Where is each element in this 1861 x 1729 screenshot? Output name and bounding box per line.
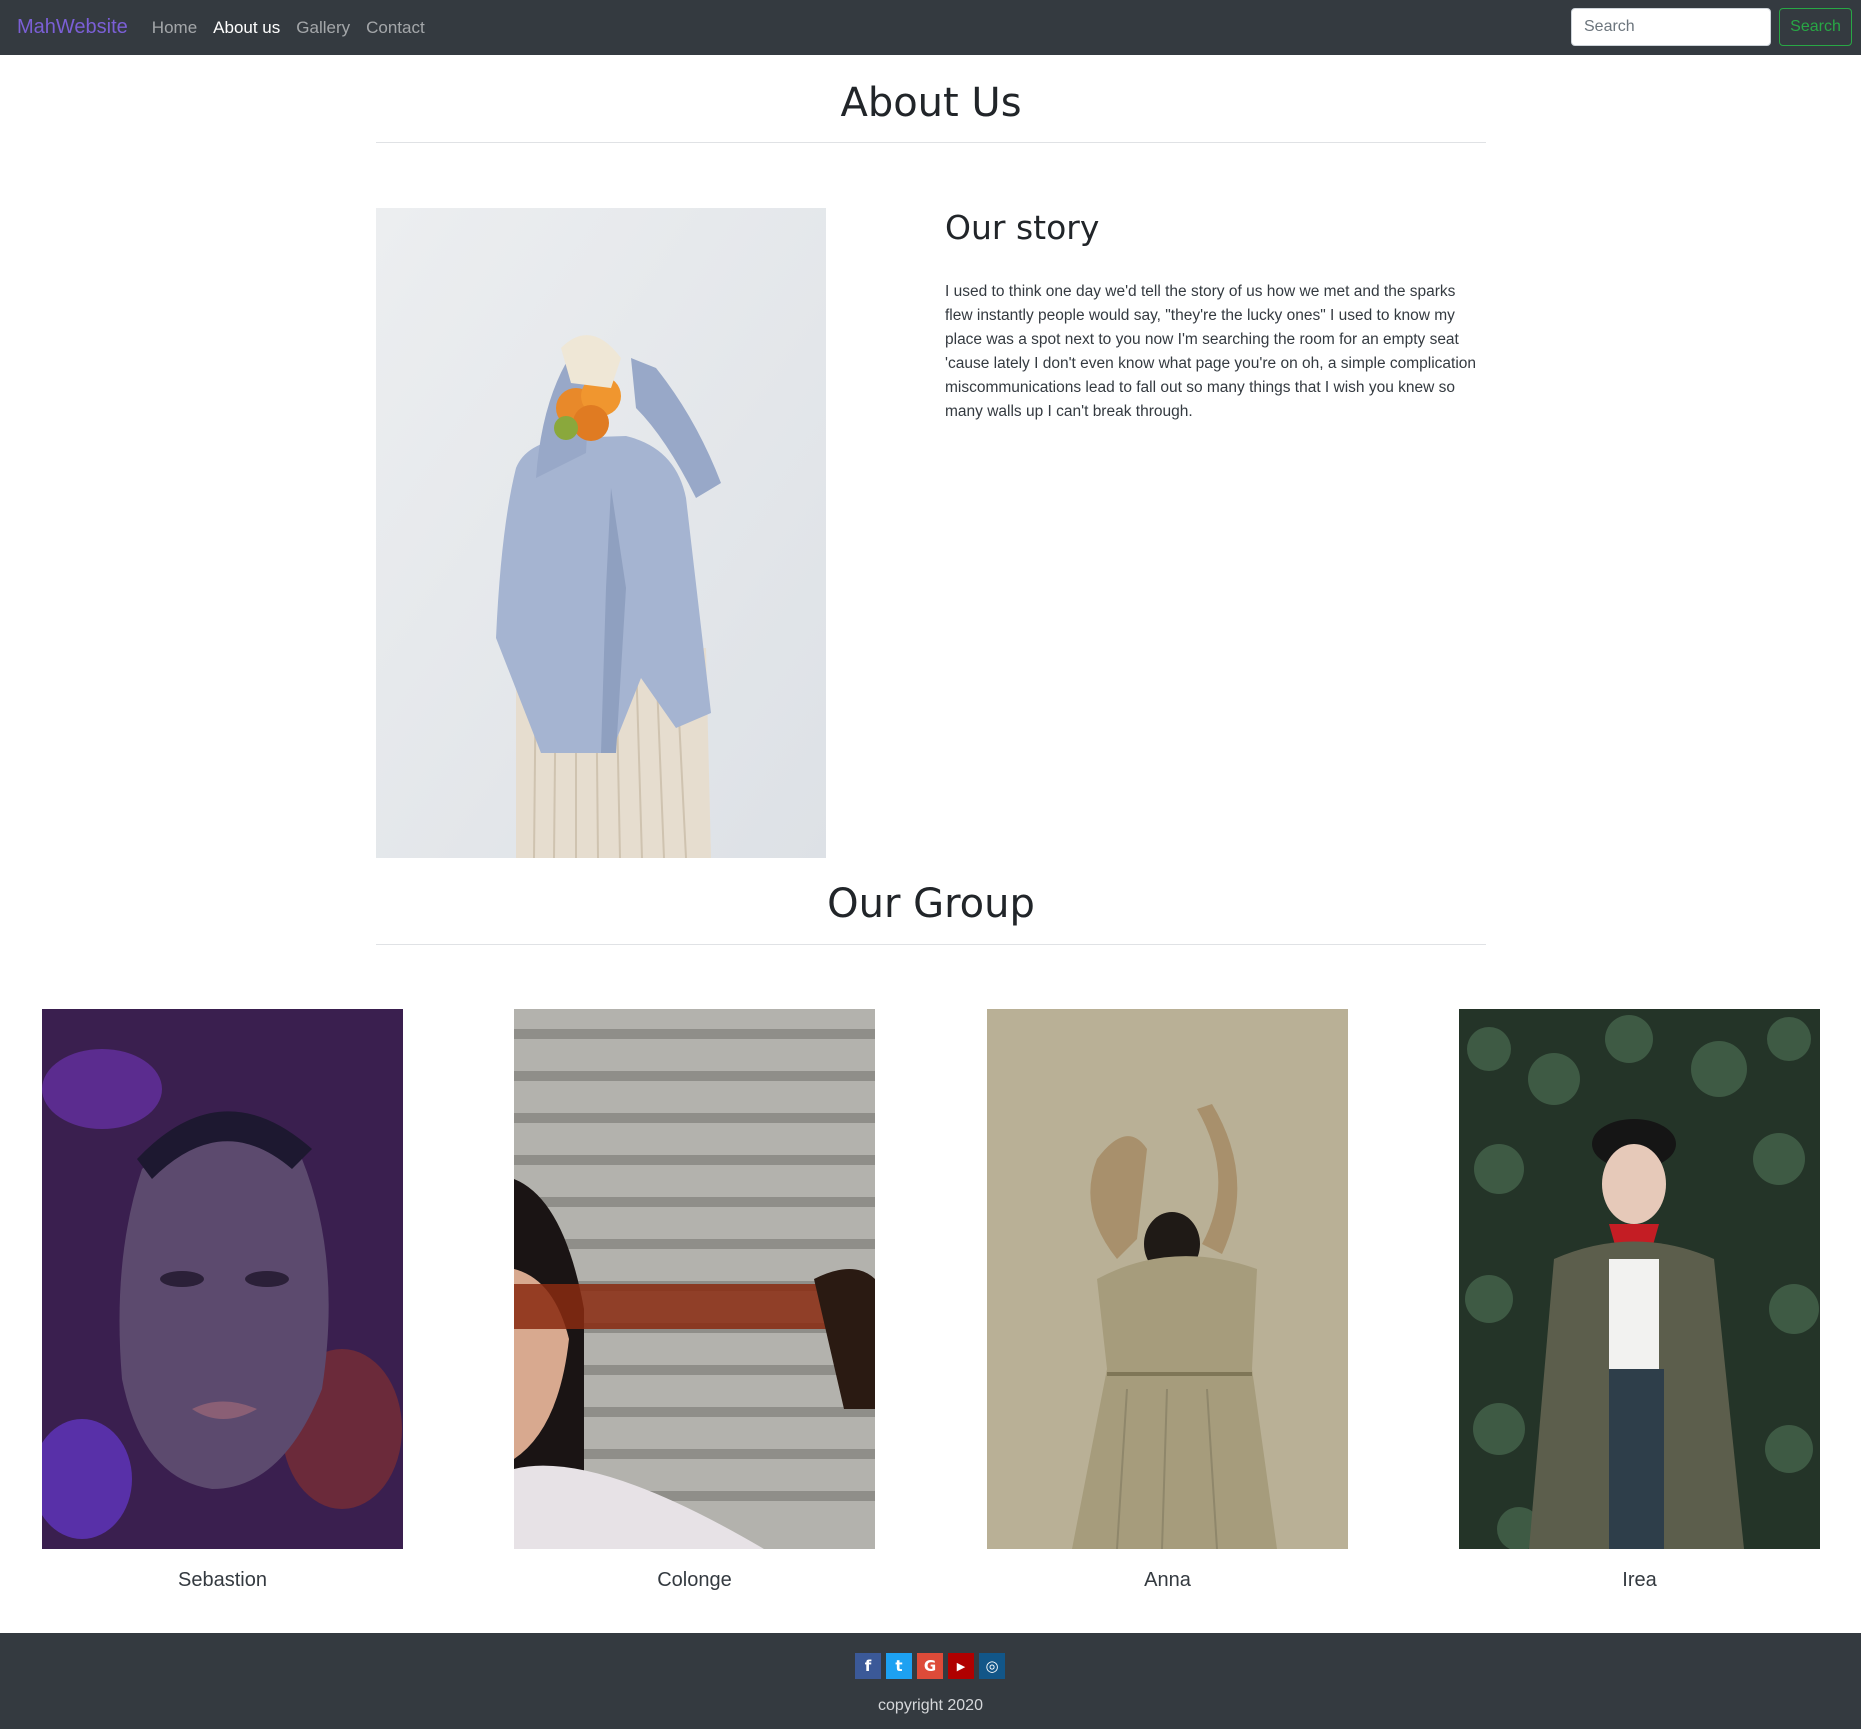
search-input[interactable]	[1571, 8, 1771, 46]
member-photo	[987, 1009, 1348, 1549]
group-title: Our Group	[827, 881, 1035, 927]
brand-logo[interactable]: MahWebsite	[17, 16, 128, 39]
member-card-irea: Irea	[1459, 1009, 1820, 1592]
title-divider	[376, 142, 1486, 143]
nav-link-contact[interactable]: Contact	[366, 18, 425, 38]
google-icon[interactable]: G	[917, 1653, 943, 1679]
member-card-colonge: Colonge	[514, 1009, 875, 1592]
member-name: Sebastion	[178, 1569, 267, 1591]
story-heading: Our story	[945, 208, 1100, 247]
member-name: Anna	[1144, 1569, 1191, 1591]
twitter-icon[interactable]: t	[886, 1653, 912, 1679]
facebook-icon[interactable]: f	[855, 1653, 881, 1679]
navbar: MahWebsite Home About us Gallery Contact…	[0, 0, 1861, 55]
copyright-text: copyright 2020	[878, 1697, 983, 1714]
footer: f t G ▶ ◎ copyright 2020	[0, 1633, 1861, 1729]
group-divider	[376, 944, 1486, 945]
nav-link-home[interactable]: Home	[152, 18, 197, 38]
member-name: Irea	[1622, 1569, 1657, 1591]
search-form: Search	[1571, 8, 1852, 46]
youtube-icon[interactable]: ▶	[948, 1653, 974, 1679]
member-card-sebastion: Sebastion	[42, 1009, 403, 1592]
page-title: About Us	[840, 80, 1022, 126]
story-photo	[376, 208, 826, 858]
member-card-anna: Anna	[987, 1009, 1348, 1592]
instagram-icon[interactable]: ◎	[979, 1653, 1005, 1679]
story-paragraph: I used to think one day we'd tell the st…	[945, 283, 1477, 420]
member-name: Colonge	[657, 1569, 732, 1591]
nav-link-gallery[interactable]: Gallery	[296, 18, 350, 38]
nav-link-about[interactable]: About us	[213, 18, 280, 38]
social-links: f t G ▶ ◎	[855, 1653, 1005, 1679]
search-button[interactable]: Search	[1779, 8, 1852, 46]
member-photo	[42, 1009, 403, 1549]
member-photo	[514, 1009, 875, 1549]
member-photo	[1459, 1009, 1820, 1549]
